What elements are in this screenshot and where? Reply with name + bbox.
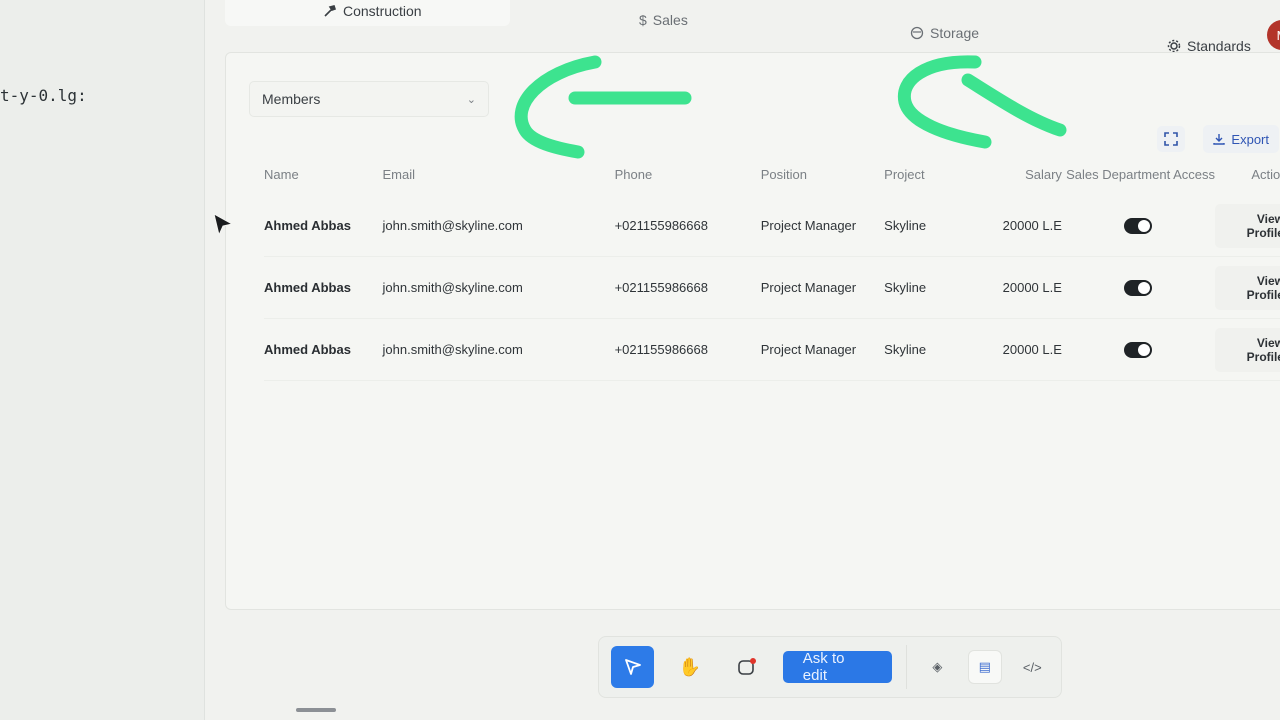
bottom-toolbar: ✋ Ask to edit ◈ ▤ </> xyxy=(598,636,1062,698)
download-icon xyxy=(1213,134,1226,145)
cell-name: Ahmed Abbas xyxy=(264,280,351,295)
cell-sales-access xyxy=(1062,341,1215,358)
member-filter-select[interactable]: Members ⌄ xyxy=(249,81,489,117)
fullscreen-button[interactable] xyxy=(1157,126,1186,152)
tab-sales[interactable]: $ Sales xyxy=(639,12,688,28)
sales-access-toggle[interactable] xyxy=(1124,279,1153,296)
cell-salary: 20000 L.E xyxy=(1002,218,1062,233)
header-salary: Salary xyxy=(1025,166,1062,182)
toolbar-divider xyxy=(905,645,907,689)
gear-icon xyxy=(1167,39,1181,53)
header-actions: Actions xyxy=(1251,166,1280,182)
header-project: Project xyxy=(884,166,925,182)
cell-position: Project Manager xyxy=(760,342,857,357)
layers-tool-button[interactable]: ▤ xyxy=(968,650,1002,684)
sales-access-toggle[interactable] xyxy=(1124,217,1153,234)
view-profile-button[interactable]: View Profile xyxy=(1214,327,1280,372)
view-profile-button[interactable]: View Profile xyxy=(1214,203,1280,248)
hand-tool-button[interactable]: ✋ xyxy=(668,646,711,688)
cell-position: Project Manager xyxy=(760,280,857,295)
table-header: Name Email Phone Position Project Salary… xyxy=(264,153,1280,195)
cell-actions: View Profile xyxy=(1214,265,1280,310)
cell-sales-access xyxy=(1062,217,1215,234)
header-phone: Phone xyxy=(614,166,653,182)
hammer-icon xyxy=(324,5,337,17)
app-window: Construction $ Sales Storage Standards M… xyxy=(205,0,1280,720)
cell-email: john.smith@skyline.com xyxy=(382,280,523,295)
cell-phone: +021155986668 xyxy=(614,342,708,357)
header-position: Position xyxy=(760,166,807,182)
comment-tool-button[interactable] xyxy=(726,646,769,688)
table-toolbar: Export xyxy=(1157,125,1279,153)
code-view-button[interactable]: </> xyxy=(1016,650,1049,684)
layers-icon: ▤ xyxy=(978,659,991,674)
cell-phone: +021155986668 xyxy=(614,218,708,233)
cell-project: Skyline xyxy=(884,280,927,295)
resize-handle[interactable] xyxy=(296,708,336,712)
cell-phone: +021155986668 xyxy=(614,280,708,295)
avatar[interactable]: M xyxy=(1267,20,1280,50)
tab-construction[interactable]: Construction xyxy=(225,0,510,26)
tab-label: Storage xyxy=(930,25,980,41)
export-button[interactable]: Export xyxy=(1203,125,1279,153)
cell-actions: View Profile xyxy=(1214,203,1280,248)
pointer-icon xyxy=(624,659,641,675)
paint-icon: ◈ xyxy=(932,659,943,674)
members-card: Members ⌄ Export Name Email Phone Positi… xyxy=(225,52,1280,610)
cell-salary: 20000 L.E xyxy=(1002,280,1062,295)
header-name: Name xyxy=(264,166,299,182)
table-row: Ahmed Abbas john.smith@skyline.com +0211… xyxy=(264,257,1280,319)
code-fragment: t-y-0.lg: xyxy=(0,86,87,105)
code-icon: </> xyxy=(1022,659,1042,675)
dollar-icon: $ xyxy=(639,12,647,28)
header-sales-access: Sales Department Access xyxy=(1066,166,1215,182)
cell-project: Skyline xyxy=(884,218,927,233)
chevron-down-icon: ⌄ xyxy=(466,93,476,106)
header-email: Email xyxy=(382,166,416,182)
code-editor-pane: t-y-0.lg: xyxy=(0,0,205,720)
table-row: Ahmed Abbas john.smith@skyline.com +0211… xyxy=(264,195,1280,257)
hand-icon: ✋ xyxy=(678,656,702,677)
tab-label: Sales xyxy=(652,12,688,28)
cell-email: john.smith@skyline.com xyxy=(382,342,523,357)
cell-email: john.smith@skyline.com xyxy=(382,218,523,233)
tab-storage[interactable]: Storage xyxy=(910,25,979,41)
select-value: Members xyxy=(262,91,321,107)
sales-access-toggle[interactable] xyxy=(1124,341,1153,358)
storage-icon xyxy=(910,26,924,40)
select-tool-button[interactable] xyxy=(611,646,655,688)
cell-actions: View Profile xyxy=(1214,327,1280,372)
cell-position: Project Manager xyxy=(760,218,857,233)
module-tabs: Construction $ Sales Storage Standards M xyxy=(205,0,1280,54)
view-profile-button[interactable]: View Profile xyxy=(1214,265,1280,310)
members-table: Name Email Phone Position Project Salary… xyxy=(264,153,1280,381)
tab-label: Construction xyxy=(343,3,422,19)
theme-tool-button[interactable]: ◈ xyxy=(921,650,954,684)
table-row: Ahmed Abbas john.smith@skyline.com +0211… xyxy=(264,319,1280,381)
comment-icon xyxy=(738,658,757,675)
mouse-pointer-icon xyxy=(213,213,234,237)
cell-name: Ahmed Abbas xyxy=(264,342,351,357)
cell-salary: 20000 L.E xyxy=(1002,342,1062,357)
cell-project: Skyline xyxy=(884,342,927,357)
ask-to-edit-button[interactable]: Ask to edit xyxy=(782,650,892,684)
expand-icon xyxy=(1164,132,1179,146)
cell-sales-access xyxy=(1062,279,1215,296)
cell-name: Ahmed Abbas xyxy=(264,218,351,233)
export-label: Export xyxy=(1231,131,1269,147)
